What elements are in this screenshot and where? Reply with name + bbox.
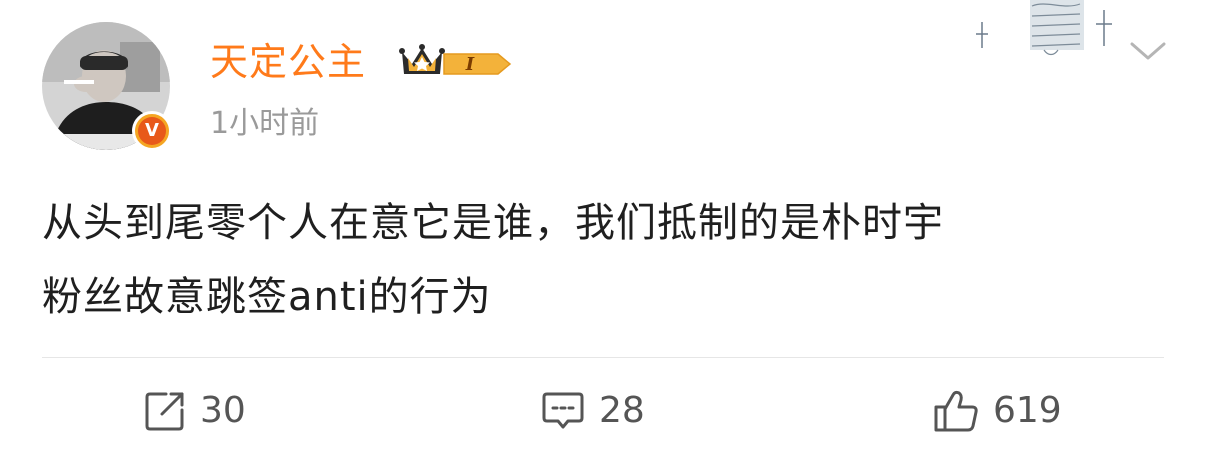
- divider: [42, 357, 1164, 358]
- comment-button[interactable]: 28: [541, 388, 645, 434]
- thumbs-up-icon: [934, 390, 978, 432]
- comment-count: 28: [599, 390, 645, 431]
- post-text-line: 粉丝故意跳签anti的行为: [42, 274, 492, 320]
- chevron-down-icon[interactable]: [1128, 36, 1168, 66]
- vip-level: I: [465, 54, 475, 75]
- crown-badge-icon[interactable]: I: [398, 42, 518, 82]
- post-text: 从头到尾零个人在意它是谁，我们抵制的是朴时宇 粉丝故意跳签anti的行为: [42, 186, 1172, 334]
- verified-badge: V: [132, 111, 172, 151]
- verified-mark: V: [138, 117, 166, 145]
- comment-icon: [542, 392, 584, 429]
- decoration-sticker: [976, 0, 1112, 56]
- username[interactable]: 天定公主: [210, 38, 366, 86]
- like-count: 619: [993, 390, 1062, 431]
- share-edit-icon: [145, 392, 184, 431]
- post-timestamp: 1小时前: [210, 106, 320, 141]
- repost-count: 30: [200, 390, 246, 431]
- repost-button[interactable]: 30: [144, 388, 246, 434]
- post-text-line: 从头到尾零个人在意它是谁，我们抵制的是朴时宇: [42, 200, 944, 246]
- like-button[interactable]: 619: [933, 388, 1062, 434]
